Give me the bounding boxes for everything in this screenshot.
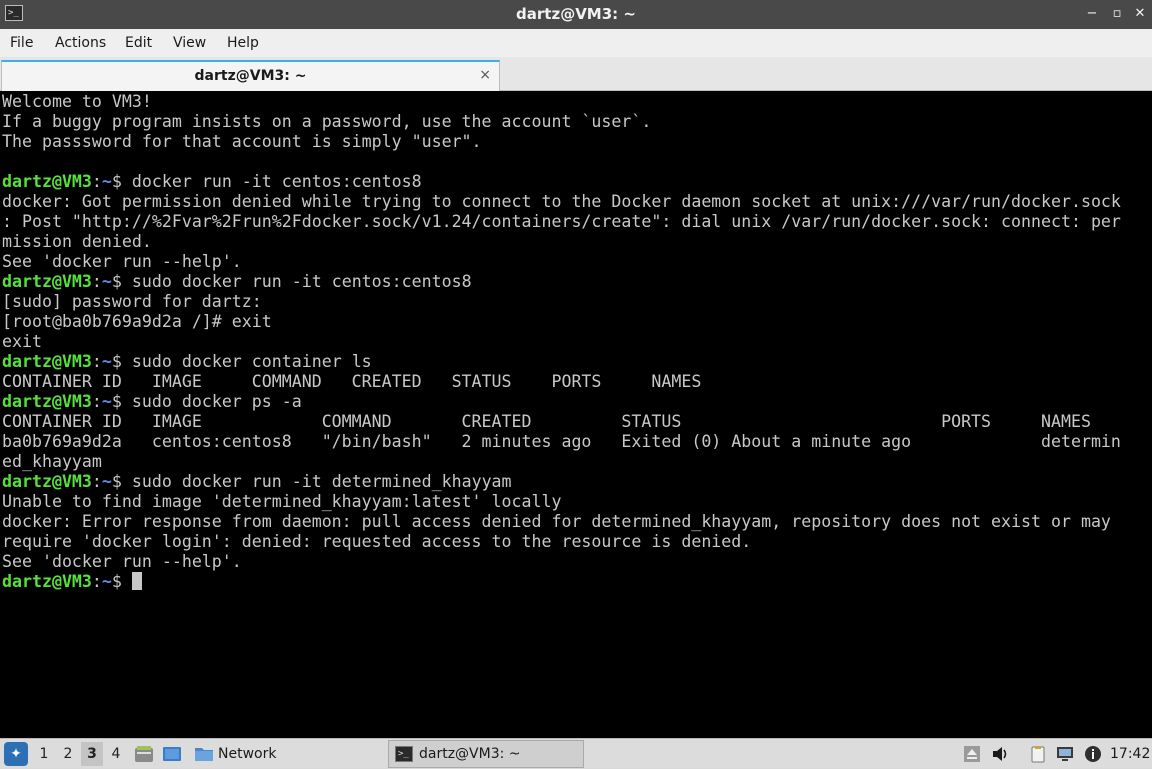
menu-view[interactable]: View bbox=[173, 29, 206, 57]
text-cursor bbox=[131, 572, 142, 590]
output-line: docker: Got permission denied while tryi… bbox=[2, 192, 1121, 211]
output-line: Welcome to VM3! bbox=[2, 92, 152, 111]
output-line: CONTAINER ID IMAGE COMMAND CREATED STATU… bbox=[2, 372, 702, 391]
taskbar-window-label: dartz@VM3: ~ bbox=[419, 746, 521, 762]
output-line: mission denied. bbox=[2, 232, 152, 251]
prompt-colon: : bbox=[91, 352, 102, 371]
close-button[interactable]: ✕ bbox=[1132, 6, 1148, 22]
prompt-user: dartz@VM3 bbox=[2, 272, 92, 291]
prompt-user: dartz@VM3 bbox=[2, 392, 92, 411]
prompt-line: dartz@VM3:~$ docker run -it centos:cento… bbox=[2, 172, 1121, 192]
output-line: ed_khayyam bbox=[2, 452, 102, 471]
output-line: [sudo] password for dartz: bbox=[2, 292, 262, 311]
title-bar[interactable]: >_ dartz@VM3: ~ − ▫ ✕ bbox=[0, 0, 1152, 29]
prompt-colon: : bbox=[91, 392, 102, 411]
eject-icon[interactable] bbox=[963, 745, 981, 763]
prompt-path: ~ bbox=[101, 272, 112, 291]
prompt-user: dartz@VM3 bbox=[2, 572, 92, 591]
prompt-path: ~ bbox=[101, 392, 112, 411]
output-line: ba0b769a9d2a centos:centos8 "/bin/bash" … bbox=[2, 432, 1121, 451]
tab-bar: dartz@VM3: ~ × bbox=[0, 57, 1152, 91]
output-line: require 'docker login': denied: requeste… bbox=[2, 532, 752, 551]
output-line: exit bbox=[2, 332, 42, 351]
output-line: [root@ba0b769a9d2a /]# exit bbox=[2, 312, 272, 331]
taskbar: ✦ 1 2 3 4 Network >_ dartz@VM3: ~ 17:42 bbox=[0, 738, 1152, 768]
prompt-line: dartz@VM3:~$ sudo docker container ls bbox=[2, 352, 1121, 372]
minimize-button[interactable]: − bbox=[1084, 6, 1100, 22]
tab-close-icon[interactable]: × bbox=[479, 67, 491, 83]
prompt-symbol: $ bbox=[111, 472, 132, 491]
workspace-2[interactable]: 2 bbox=[57, 742, 79, 766]
command-text: docker run -it centos:centos8 bbox=[131, 172, 422, 191]
output-line: See 'docker run --help'. bbox=[2, 552, 242, 571]
network-label: Network bbox=[218, 746, 277, 762]
workspace-3[interactable]: 3 bbox=[81, 742, 103, 766]
output-line: The passsword for that account is simply… bbox=[2, 132, 482, 151]
volume-icon[interactable] bbox=[991, 745, 1009, 763]
output-line: CONTAINER ID IMAGE COMMAND CREATED STATU… bbox=[2, 412, 1091, 431]
prompt-user: dartz@VM3 bbox=[2, 352, 92, 371]
prompt-colon: : bbox=[91, 572, 102, 591]
taskbar-window-button[interactable]: >_ dartz@VM3: ~ bbox=[388, 740, 584, 768]
network-tray-icon[interactable] bbox=[1056, 745, 1074, 763]
output-line: See 'docker run --help'. bbox=[2, 252, 242, 271]
command-text: sudo docker ps -a bbox=[131, 392, 302, 411]
tab-label: dartz@VM3: ~ bbox=[194, 68, 307, 84]
menu-file[interactable]: File bbox=[10, 29, 33, 57]
prompt-line: dartz@VM3:~$ sudo docker ps -a bbox=[2, 392, 1121, 412]
terminal-window: >_ dartz@VM3: ~ − ▫ ✕ File Actions Edit … bbox=[0, 0, 1152, 738]
command-text: sudo docker run -it centos:centos8 bbox=[131, 272, 472, 291]
prompt-colon: : bbox=[91, 272, 102, 291]
prompt-symbol: $ bbox=[111, 272, 132, 291]
prompt-line: dartz@VM3:~$ sudo docker run -it centos:… bbox=[2, 272, 1121, 292]
file-manager-icon[interactable] bbox=[134, 744, 154, 764]
menu-help[interactable]: Help bbox=[227, 29, 259, 57]
output-line: Unable to find image 'determined_khayyam… bbox=[2, 492, 562, 511]
terminal-icon: >_ bbox=[395, 746, 413, 762]
prompt-line: dartz@VM3:~$ bbox=[2, 572, 1121, 592]
prompt-user: dartz@VM3 bbox=[2, 172, 92, 191]
prompt-symbol: $ bbox=[111, 172, 132, 191]
terminal-output[interactable]: Welcome to VM3! If a buggy program insist… bbox=[0, 91, 1152, 738]
output-line: : Post "http://%2Fvar%2Frun%2Fdocker.soc… bbox=[2, 212, 1121, 231]
prompt-path: ~ bbox=[101, 352, 112, 371]
prompt-path: ~ bbox=[101, 472, 112, 491]
prompt-line: dartz@VM3:~$ sudo docker run -it determi… bbox=[2, 472, 1121, 492]
terminal-lines: Welcome to VM3! If a buggy program insist… bbox=[2, 92, 1121, 592]
prompt-path: ~ bbox=[101, 572, 112, 591]
prompt-symbol: $ bbox=[111, 392, 132, 411]
info-icon[interactable] bbox=[1084, 745, 1102, 763]
tab-terminal[interactable]: dartz@VM3: ~ × bbox=[1, 60, 500, 91]
prompt-colon: : bbox=[91, 172, 102, 191]
window-title: dartz@VM3: ~ bbox=[516, 5, 636, 23]
output-line: docker: Error response from daemon: pull… bbox=[2, 512, 1111, 531]
command-text: sudo docker run -it determined_khayyam bbox=[131, 472, 512, 491]
prompt-symbol: $ bbox=[111, 352, 132, 371]
folder-icon bbox=[195, 748, 213, 761]
prompt-symbol: $ bbox=[111, 572, 132, 591]
output-line: If a buggy program insists on a password… bbox=[2, 112, 652, 131]
prompt-user: dartz@VM3 bbox=[2, 472, 92, 491]
maximize-button[interactable]: ▫ bbox=[1109, 6, 1125, 22]
prompt-colon: : bbox=[91, 472, 102, 491]
menu-edit[interactable]: Edit bbox=[125, 29, 152, 57]
command-text: sudo docker container ls bbox=[131, 352, 372, 371]
show-desktop-icon[interactable] bbox=[162, 744, 182, 764]
clipboard-icon[interactable] bbox=[1029, 745, 1047, 763]
clock[interactable]: 17:42 bbox=[1110, 739, 1150, 769]
prompt-path: ~ bbox=[101, 172, 112, 191]
menu-bar: File Actions Edit View Help bbox=[0, 29, 1152, 57]
menu-actions[interactable]: Actions bbox=[55, 29, 106, 57]
lxqt-start-icon[interactable]: ✦ bbox=[4, 742, 28, 766]
workspace-4[interactable]: 4 bbox=[105, 742, 127, 766]
workspace-1[interactable]: 1 bbox=[33, 742, 55, 766]
